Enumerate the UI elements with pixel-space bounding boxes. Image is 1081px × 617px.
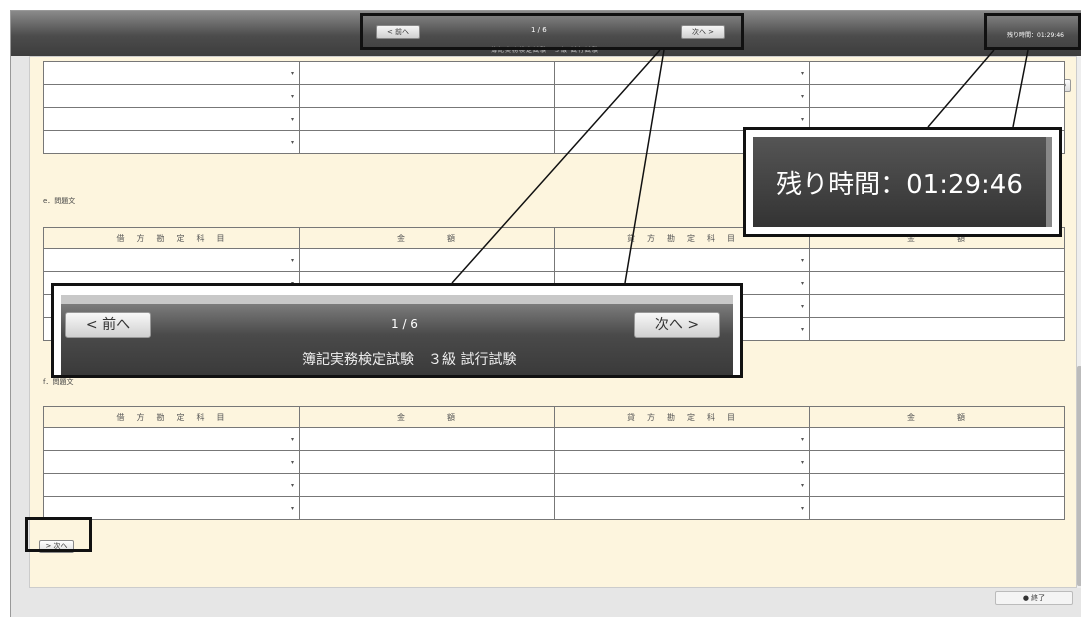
account-select[interactable]: ▾ (554, 248, 810, 272)
scrollbar[interactable] (1077, 56, 1081, 588)
journal-row: ▾▾ (43, 473, 1065, 497)
end-icon: ● (1022, 594, 1032, 602)
amount-input[interactable] (809, 294, 1065, 318)
dropdown-arrow-icon: ▾ (800, 436, 804, 443)
account-select[interactable]: ▾ (43, 450, 300, 474)
amount-input[interactable] (809, 271, 1065, 295)
amount-input[interactable] (809, 84, 1065, 108)
account-select[interactable]: ▾ (43, 84, 300, 108)
account-select[interactable]: ▾ (554, 450, 810, 474)
dropdown-arrow-icon: ▾ (290, 139, 294, 146)
amount-input[interactable] (809, 496, 1065, 520)
amount-input[interactable] (809, 317, 1065, 341)
account-select[interactable]: ▾ (554, 61, 810, 85)
callout-subtitle: 簿記実務検定試験 ３級 試行試験 (302, 352, 517, 368)
journal-row: ▾▾ (43, 427, 1065, 451)
dropdown-arrow-icon: ▾ (290, 70, 294, 77)
end-exam-button[interactable]: ● 終了 (995, 591, 1073, 605)
navigation-callout: < 前へ 1 / 6 次へ > 簿記実務検定試験 ３級 試行試験 (51, 283, 743, 378)
amount-input[interactable] (809, 248, 1065, 272)
dropdown-arrow-icon: ▾ (800, 505, 804, 512)
scrollbar-thumb[interactable] (1077, 366, 1081, 586)
dropdown-arrow-icon: ▾ (800, 257, 804, 264)
account-select[interactable]: ▾ (43, 107, 300, 131)
col-debit-account: 借 方 勘 定 科 目 (43, 406, 300, 428)
amount-input[interactable] (809, 427, 1065, 451)
amount-input[interactable] (299, 473, 555, 497)
timer-callout: 残り時間：01:29:46 (743, 127, 1062, 237)
col-debit-amount: 金 額 (299, 406, 555, 428)
account-select[interactable]: ▾ (554, 427, 810, 451)
account-select[interactable]: ▾ (43, 427, 300, 451)
callout-next-button: 次へ > (634, 312, 720, 338)
account-select[interactable]: ▾ (554, 84, 810, 108)
dropdown-arrow-icon: ▾ (800, 93, 804, 100)
amount-input[interactable] (299, 130, 555, 154)
callout-prev-button: < 前へ (65, 312, 151, 338)
question-f-label: f．問題文 (43, 378, 74, 386)
highlight-navigation (360, 13, 744, 50)
amount-input[interactable] (809, 473, 1065, 497)
amount-input[interactable] (299, 248, 555, 272)
amount-input[interactable] (299, 61, 555, 85)
account-select[interactable]: ▾ (43, 130, 300, 154)
amount-input[interactable] (299, 84, 555, 108)
journal-row: ▾▾ (43, 450, 1065, 474)
dropdown-arrow-icon: ▾ (290, 482, 294, 489)
dropdown-arrow-icon: ▾ (290, 505, 294, 512)
journal-row: ▾▾ (43, 84, 1065, 108)
col-credit-account: 貸 方 勘 定 科 目 (554, 406, 810, 428)
highlight-next-question (25, 517, 92, 552)
account-select[interactable]: ▾ (554, 473, 810, 497)
amount-input[interactable] (809, 450, 1065, 474)
dropdown-arrow-icon: ▾ (800, 280, 804, 287)
dropdown-arrow-icon: ▾ (800, 326, 804, 333)
account-select[interactable]: ▾ (43, 248, 300, 272)
account-select[interactable]: ▾ (554, 496, 810, 520)
end-label: 終了 (1031, 594, 1046, 602)
highlight-timer (984, 13, 1081, 50)
col-debit-account: 借 方 勘 定 科 目 (43, 227, 300, 249)
dropdown-arrow-icon: ▾ (800, 70, 804, 77)
timer-callout-text: 残り時間：01:29:46 (753, 137, 1052, 227)
dropdown-arrow-icon: ▾ (800, 459, 804, 466)
dropdown-arrow-icon: ▾ (290, 257, 294, 264)
col-credit-amount: 金 額 (809, 406, 1065, 428)
dropdown-arrow-icon: ▾ (800, 303, 804, 310)
amount-input[interactable] (299, 427, 555, 451)
dropdown-arrow-icon: ▾ (800, 482, 804, 489)
journal-row: ▾▾ (43, 61, 1065, 85)
amount-input[interactable] (299, 107, 555, 131)
account-select[interactable]: ▾ (43, 473, 300, 497)
callout-page-indicator: 1 / 6 (391, 317, 418, 331)
dropdown-arrow-icon: ▾ (290, 459, 294, 466)
amount-input[interactable] (299, 496, 555, 520)
journal-table-f: 借 方 勘 定 科 目 金 額 貸 方 勘 定 科 目 金 額 ▾ ▾ ▾ ▾ ▾ ▾ ▾ ▾ (43, 406, 1065, 520)
dropdown-arrow-icon: ▾ (290, 93, 294, 100)
question-e-label: e．問題文 (43, 197, 76, 205)
col-debit-amount: 金 額 (299, 227, 555, 249)
journal-row: ▾▾ (43, 248, 1065, 272)
dropdown-arrow-icon: ▾ (290, 116, 294, 123)
dropdown-arrow-icon: ▾ (290, 436, 294, 443)
amount-input[interactable] (299, 450, 555, 474)
amount-input[interactable] (809, 61, 1065, 85)
journal-row: ▾▾ (43, 496, 1065, 520)
account-select[interactable]: ▾ (43, 61, 300, 85)
dropdown-arrow-icon: ▾ (800, 116, 804, 123)
